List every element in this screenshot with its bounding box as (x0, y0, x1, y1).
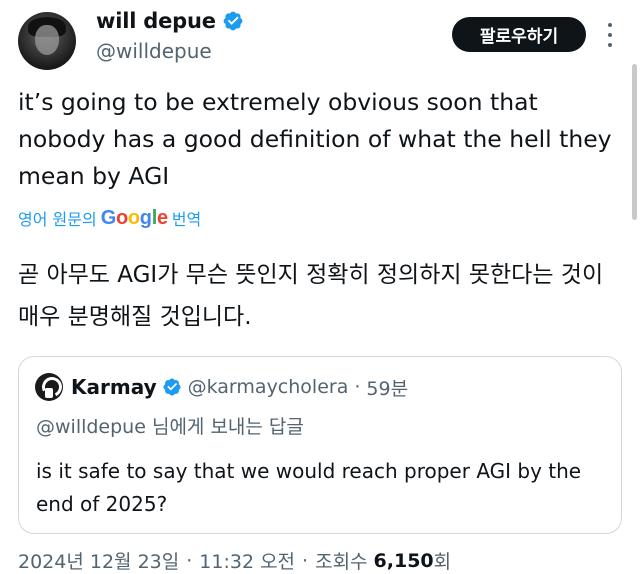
quote-author-name[interactable]: Karmay (71, 375, 157, 399)
dot (608, 33, 612, 37)
author-handle[interactable]: @willdepue (96, 39, 212, 63)
quote-header: Karmay @karmaycholera · 59분 (35, 373, 408, 401)
separator-dot: · (354, 376, 361, 398)
google-logo: Google (100, 206, 168, 229)
translated-tweet-text: 곧 아무도 AGI가 무슨 뜻인지 정확히 정의하지 못한다는 것이 매우 분명… (18, 262, 604, 330)
tweet-text: it’s going to be extremely obvious soon … (18, 88, 612, 190)
more-options-icon[interactable] (602, 20, 618, 50)
views-suffix: 회 (433, 551, 452, 573)
tweet-header: will depue @willdepue 팔로우하기 (0, 0, 640, 80)
author-name[interactable]: will depue (96, 9, 216, 33)
tweet-time[interactable]: 11:32 오전 (199, 547, 295, 574)
reply-suffix: 님에게 보내는 답글 (151, 416, 304, 438)
dot (608, 23, 612, 27)
tweet-date[interactable]: 2024년 12월 23일 (18, 547, 179, 574)
verified-badge-icon (223, 11, 243, 31)
quote-author-avatar[interactable] (35, 373, 63, 401)
views-label: 조회수 (315, 551, 368, 573)
author-name-row: will depue (96, 9, 244, 33)
quote-reply-context: @willdepue 님에게 보내는 답글 (36, 412, 304, 439)
follow-button[interactable]: 팔로우하기 (452, 17, 586, 52)
translation-attribution[interactable]: 영어 원문의 Google 번역 (18, 206, 201, 230)
dot (608, 43, 612, 47)
views-count: 6,150 (373, 549, 434, 572)
scrollbar[interactable] (632, 64, 637, 220)
avatar-face-shape (35, 25, 59, 55)
author-avatar[interactable] (18, 12, 76, 70)
verified-badge-icon (163, 378, 181, 396)
separator-dot: · (186, 549, 193, 572)
quote-author-handle[interactable]: @karmaycholera (188, 376, 349, 398)
translation-suffix: 번역 (171, 210, 202, 229)
quoted-tweet-card[interactable]: Karmay @karmaycholera · 59분 @willdepue 님… (18, 356, 622, 534)
translation-prefix: 영어 원문의 (18, 210, 97, 229)
quote-timestamp[interactable]: 59분 (366, 374, 408, 401)
reply-mention[interactable]: @willdepue (36, 416, 146, 438)
separator-dot: · (302, 549, 309, 572)
quote-text: is it safe to say that we would reach pr… (36, 459, 582, 516)
tweet-meta: 2024년 12월 23일 · 11:32 오전 · 조회수 6,150 회 (18, 547, 451, 574)
